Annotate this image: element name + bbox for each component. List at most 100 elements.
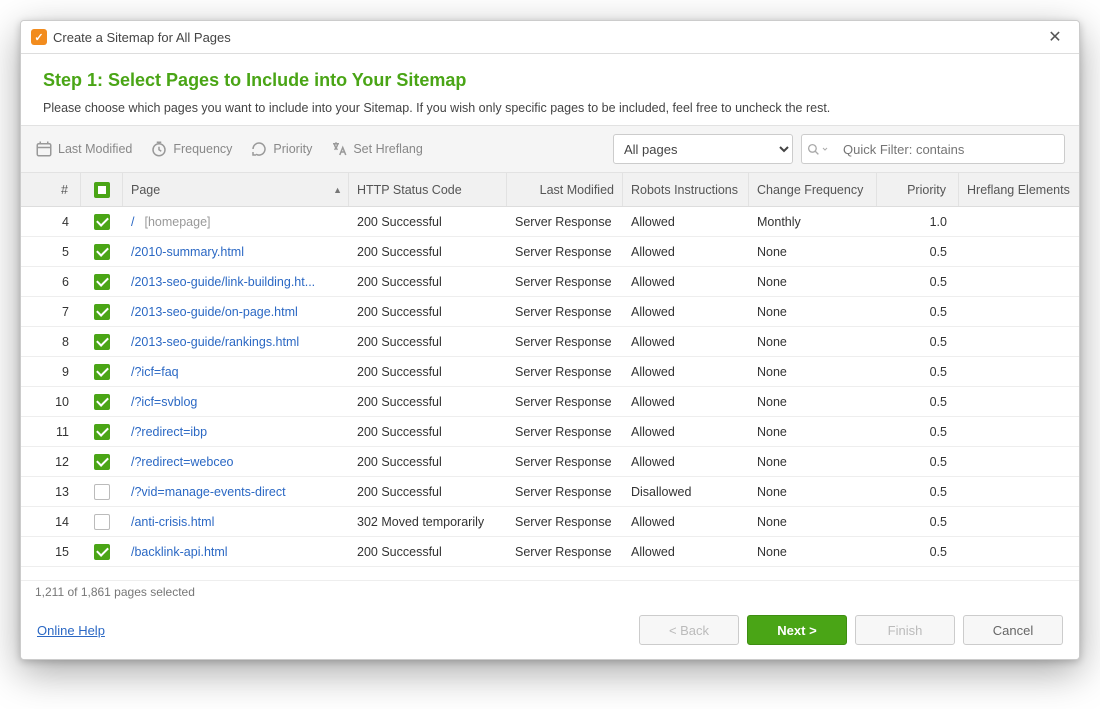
last-modified-tool[interactable]: Last Modified xyxy=(35,140,132,158)
page-link[interactable]: /2013-seo-guide/on-page.html xyxy=(131,305,298,319)
cell-status: 200 Successful xyxy=(349,305,507,319)
cell-num: 11 xyxy=(21,425,81,439)
cell-num: 6 xyxy=(21,275,81,289)
cell-page: /?icf=svblog xyxy=(123,395,349,409)
cell-status: 200 Successful xyxy=(349,245,507,259)
page-link[interactable]: /?icf=faq xyxy=(131,365,179,379)
close-icon[interactable]: ✕ xyxy=(1041,27,1069,47)
table-row[interactable]: 4/[homepage]200 SuccessfulServer Respons… xyxy=(21,207,1079,237)
grid-header: # Page▲ HTTP Status Code Last Modified R… xyxy=(21,173,1079,207)
finish-button[interactable]: Finish xyxy=(855,615,955,645)
row-checkbox[interactable] xyxy=(94,274,110,290)
cell-lastmod: Server Response xyxy=(507,545,623,559)
cell-robots: Allowed xyxy=(623,395,749,409)
table-row[interactable]: 10/?icf=svblog200 SuccessfulServer Respo… xyxy=(21,387,1079,417)
cell-page: /?redirect=webceo xyxy=(123,455,349,469)
col-header-page[interactable]: Page▲ xyxy=(123,173,349,206)
homepage-label: [homepage] xyxy=(144,215,210,229)
select-all-checkbox[interactable] xyxy=(94,182,110,198)
col-header-lastmod[interactable]: Last Modified xyxy=(507,173,623,206)
table-row[interactable]: 15/backlink-api.html200 SuccessfulServer… xyxy=(21,537,1079,567)
cell-priority: 0.5 xyxy=(877,335,959,349)
window-title: Create a Sitemap for All Pages xyxy=(53,30,1041,45)
col-header-hreflang[interactable]: Hreflang Elements xyxy=(959,173,1067,206)
footer: Online Help < Back Next > Finish Cancel xyxy=(21,605,1079,659)
cell-status: 200 Successful xyxy=(349,275,507,289)
cell-lastmod: Server Response xyxy=(507,425,623,439)
page-link[interactable]: /?vid=manage-events-direct xyxy=(131,485,286,499)
table-row[interactable]: 11/?redirect=ibp200 SuccessfulServer Res… xyxy=(21,417,1079,447)
page-link[interactable]: / xyxy=(131,215,134,229)
row-checkbox[interactable] xyxy=(94,364,110,380)
back-button[interactable]: < Back xyxy=(639,615,739,645)
row-checkbox[interactable] xyxy=(94,214,110,230)
col-header-status[interactable]: HTTP Status Code xyxy=(349,173,507,206)
table-row[interactable]: 6/2013-seo-guide/link-building.ht... 200 … xyxy=(21,267,1079,297)
table-row[interactable]: 5/2010-summary.html200 SuccessfulServer … xyxy=(21,237,1079,267)
page-link[interactable]: /2010-summary.html xyxy=(131,245,244,259)
col-header-frequency[interactable]: Change Frequency xyxy=(749,173,877,206)
cell-robots: Allowed xyxy=(623,515,749,529)
row-checkbox[interactable] xyxy=(94,514,110,530)
cell-select xyxy=(81,484,123,500)
col-header-priority[interactable]: Priority xyxy=(877,173,959,206)
page-link[interactable]: /2013-seo-guide/rankings.html xyxy=(131,335,299,349)
row-checkbox[interactable] xyxy=(94,424,110,440)
table-row[interactable]: 12/?redirect=webceo200 SuccessfulServer … xyxy=(21,447,1079,477)
step-title: Step 1: Select Pages to Include into You… xyxy=(43,70,1057,91)
next-button[interactable]: Next > xyxy=(747,615,847,645)
cell-page: /?vid=manage-events-direct xyxy=(123,485,349,499)
cell-lastmod: Server Response xyxy=(507,245,623,259)
cell-num: 13 xyxy=(21,485,81,499)
table-row[interactable]: 14/anti-crisis.html302 Moved temporarily… xyxy=(21,507,1079,537)
table-row[interactable]: 9/?icf=faq200 SuccessfulServer ResponseA… xyxy=(21,357,1079,387)
page-link[interactable]: /2013-seo-guide/link-building.ht... xyxy=(131,275,315,289)
page-link[interactable]: /anti-crisis.html xyxy=(131,515,214,529)
cell-frequency: None xyxy=(749,275,877,289)
row-checkbox[interactable] xyxy=(94,454,110,470)
clock-icon xyxy=(150,140,168,158)
cell-page: /2013-seo-guide/link-building.ht... xyxy=(123,275,349,289)
page-link[interactable]: /?redirect=ibp xyxy=(131,425,207,439)
cell-status: 302 Moved temporarily xyxy=(349,515,507,529)
table-row[interactable]: 7/2013-seo-guide/on-page.html200 Success… xyxy=(21,297,1079,327)
priority-tool[interactable]: Priority xyxy=(250,140,312,158)
cell-select xyxy=(81,214,123,230)
page-link[interactable]: /?icf=svblog xyxy=(131,395,197,409)
search-input[interactable] xyxy=(835,134,1065,164)
col-header-select[interactable] xyxy=(81,173,123,206)
table-row[interactable]: 13/?vid=manage-events-direct200 Successf… xyxy=(21,477,1079,507)
page-link[interactable]: /?redirect=webceo xyxy=(131,455,234,469)
cell-robots: Allowed xyxy=(623,365,749,379)
cell-lastmod: Server Response xyxy=(507,485,623,499)
table-row[interactable]: 8/2013-seo-guide/rankings.html200 Succes… xyxy=(21,327,1079,357)
col-header-num[interactable]: # xyxy=(21,173,81,206)
online-help-link[interactable]: Online Help xyxy=(37,623,105,638)
row-checkbox[interactable] xyxy=(94,304,110,320)
cell-num: 9 xyxy=(21,365,81,379)
cell-priority: 0.5 xyxy=(877,425,959,439)
row-checkbox[interactable] xyxy=(94,334,110,350)
row-checkbox[interactable] xyxy=(94,394,110,410)
cell-priority: 0.5 xyxy=(877,545,959,559)
pages-grid[interactable]: # Page▲ HTTP Status Code Last Modified R… xyxy=(21,173,1079,580)
row-checkbox[interactable] xyxy=(94,544,110,560)
page-link[interactable]: /backlink-api.html xyxy=(131,545,228,559)
row-checkbox[interactable] xyxy=(94,484,110,500)
step-description: Please choose which pages you want to in… xyxy=(43,101,1057,115)
cell-priority: 0.5 xyxy=(877,395,959,409)
cell-lastmod: Server Response xyxy=(507,215,623,229)
search-button[interactable] xyxy=(801,134,835,164)
cell-lastmod: Server Response xyxy=(507,275,623,289)
cell-frequency: None xyxy=(749,245,877,259)
set-hreflang-tool[interactable]: Set Hreflang xyxy=(330,140,422,158)
app-icon: ✓ xyxy=(31,29,47,45)
cell-page: /?redirect=ibp xyxy=(123,425,349,439)
row-checkbox[interactable] xyxy=(94,244,110,260)
col-header-robots[interactable]: Robots Instructions xyxy=(623,173,749,206)
pages-filter-select[interactable]: All pages xyxy=(613,134,793,164)
cell-robots: Allowed xyxy=(623,275,749,289)
cell-lastmod: Server Response xyxy=(507,515,623,529)
cancel-button[interactable]: Cancel xyxy=(963,615,1063,645)
frequency-tool[interactable]: Frequency xyxy=(150,140,232,158)
